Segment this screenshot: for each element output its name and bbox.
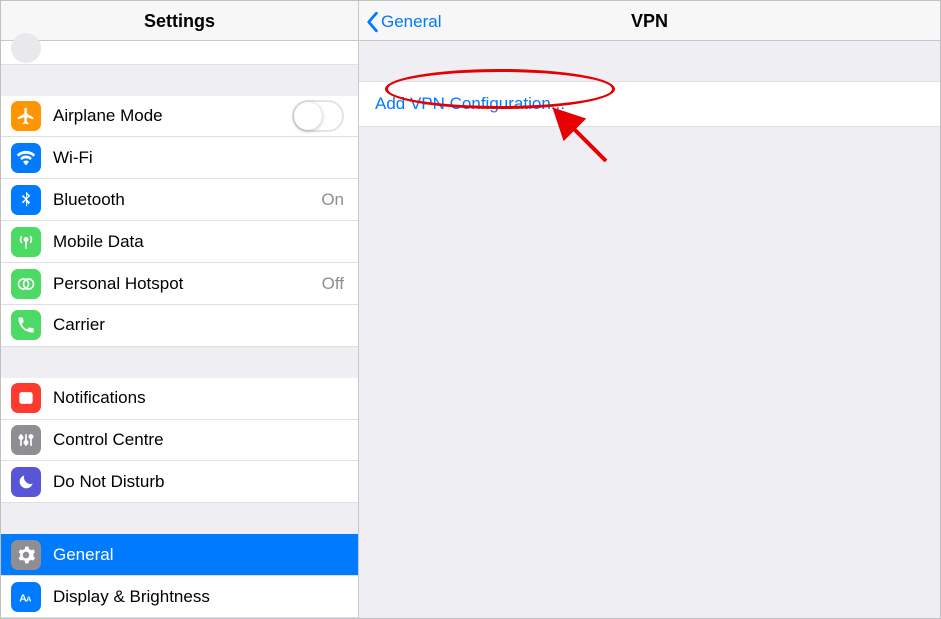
display-icon: AA — [11, 582, 41, 612]
svg-text:A: A — [26, 594, 32, 603]
sidebar-item-airplane[interactable]: Airplane Mode — [1, 96, 358, 138]
sidebar-item-control-centre[interactable]: Control Centre — [1, 420, 358, 462]
sidebar-item-general[interactable]: General — [1, 534, 358, 576]
sidebar-item-wifi[interactable]: Wi-Fi — [1, 137, 358, 179]
add-vpn-configuration-button[interactable]: Add VPN Configuration... — [359, 81, 940, 127]
sidebar-item-label: Control Centre — [53, 430, 344, 450]
detail-header: General VPN — [359, 1, 940, 41]
sidebar-item-mobile-data[interactable]: Mobile Data — [1, 221, 358, 263]
group-spacer — [1, 65, 358, 96]
sidebar-item-label: Bluetooth — [53, 190, 313, 210]
hotspot-icon — [11, 269, 41, 299]
avatar-icon — [11, 33, 41, 63]
sidebar-item-display[interactable]: AA Display & Brightness — [1, 576, 358, 618]
airplane-switch[interactable] — [292, 100, 344, 132]
add-vpn-label: Add VPN Configuration... — [375, 94, 565, 114]
sidebar-item-label: Airplane Mode — [53, 106, 292, 126]
bluetooth-icon — [11, 185, 41, 215]
sidebar-item-label: Do Not Disturb — [53, 472, 344, 492]
sidebar-item-label: Carrier — [53, 315, 344, 335]
detail-title: VPN — [631, 11, 668, 32]
moon-icon — [11, 467, 41, 497]
wifi-icon — [11, 143, 41, 173]
app-container: Settings Airplane Mode Wi-Fi Bluetooth O — [1, 1, 940, 618]
sidebar-item-hotspot[interactable]: Personal Hotspot Off — [1, 263, 358, 305]
vpn-group: Add VPN Configuration... — [359, 81, 940, 127]
back-label: General — [381, 12, 441, 32]
sidebar-item-notifications[interactable]: Notifications — [1, 378, 358, 420]
sidebar-item-label: Wi-Fi — [53, 148, 336, 168]
sidebar-item-value: Off — [322, 274, 344, 294]
sidebar-item-value: On — [321, 190, 344, 210]
sidebar-item-carrier[interactable]: Carrier — [1, 305, 358, 347]
sidebar-item-label: Display & Brightness — [53, 587, 344, 607]
sidebar-item-label: Notifications — [53, 388, 344, 408]
phone-icon — [11, 310, 41, 340]
sidebar-item-label: General — [53, 545, 344, 565]
antenna-icon — [11, 227, 41, 257]
settings-sidebar: Settings Airplane Mode Wi-Fi Bluetooth O — [1, 1, 359, 618]
sidebar-item-label: Personal Hotspot — [53, 274, 314, 294]
airplane-icon — [11, 101, 41, 131]
sidebar-title: Settings — [1, 1, 358, 41]
back-button[interactable]: General — [365, 11, 441, 33]
chevron-left-icon — [365, 11, 379, 33]
detail-pane: General VPN Add VPN Configuration... — [359, 1, 940, 618]
sidebar-item-label: Mobile Data — [53, 232, 344, 252]
sidebar-item-bluetooth[interactable]: Bluetooth On — [1, 179, 358, 221]
notifications-icon — [11, 383, 41, 413]
sidebar-item-dnd[interactable]: Do Not Disturb — [1, 461, 358, 503]
profile-row[interactable] — [1, 41, 358, 65]
gear-icon — [11, 540, 41, 570]
group-spacer — [1, 503, 358, 534]
control-centre-icon — [11, 425, 41, 455]
group-spacer — [1, 347, 358, 378]
